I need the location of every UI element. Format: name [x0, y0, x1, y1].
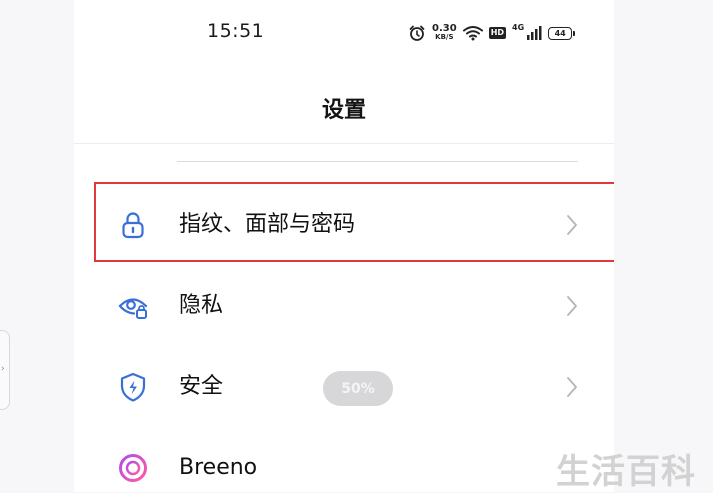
- settings-item-fingerprint-face-password[interactable]: 指纹、面部与密码: [74, 184, 614, 264]
- chevron-right-icon: [567, 377, 577, 397]
- shield-bolt-icon: [120, 372, 146, 402]
- network-speed-unit: KB/S: [435, 33, 454, 41]
- page-title: 设置: [321, 98, 366, 123]
- settings-item-label: Breeno: [179, 455, 258, 480]
- status-bar: 15:51 0.30 KB/S HD 4G 44: [74, 0, 614, 66]
- signal-icon: [527, 26, 542, 40]
- chevron-right-icon: [567, 296, 577, 316]
- alarm-icon: [409, 25, 425, 41]
- lock-icon: [122, 212, 144, 239]
- watermark-text: 生活百科: [556, 452, 696, 492]
- section-divider: [177, 161, 578, 162]
- hd-badge: HD: [488, 27, 507, 39]
- battery-icon: 44: [548, 26, 576, 40]
- settings-item-privacy[interactable]: 隐私: [74, 265, 614, 345]
- settings-screen: 15:51 0.30 KB/S HD 4G 44 设置 指纹、面部与密码 隐私 …: [74, 0, 614, 492]
- progress-badge: 50%: [323, 371, 393, 406]
- settings-item-label: 指纹、面部与密码: [179, 212, 356, 237]
- network-type-label: 4G: [512, 22, 525, 32]
- title-divider: [74, 143, 614, 144]
- battery-level: 44: [554, 28, 566, 38]
- chevron-right-icon: [567, 215, 577, 235]
- network-speed: 0.30 KB/S: [432, 24, 457, 42]
- wifi-icon: [462, 26, 483, 41]
- side-panel-handle[interactable]: ›: [0, 330, 10, 410]
- settings-item-label: 隐私: [179, 293, 224, 318]
- network-speed-value: 0.30: [432, 23, 457, 34]
- chevron-right-icon: ›: [1, 364, 5, 374]
- settings-item-breeno[interactable]: Breeno: [74, 427, 614, 492]
- status-time: 15:51: [207, 20, 265, 42]
- settings-item-label: 安全: [179, 374, 224, 399]
- status-icons: 0.30 KB/S HD 4G 44: [408, 22, 576, 44]
- privacy-eye-icon: [118, 298, 148, 319]
- breeno-ring-icon: [119, 454, 147, 482]
